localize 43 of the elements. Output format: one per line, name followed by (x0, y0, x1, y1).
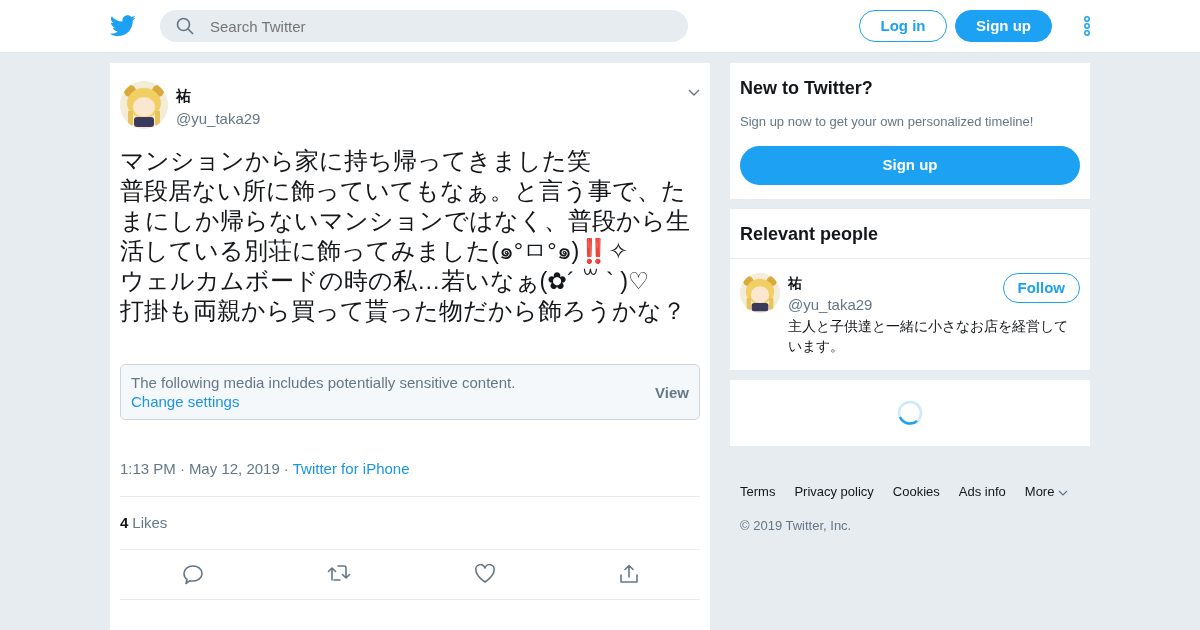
footer-link[interactable]: Privacy policy (794, 482, 874, 502)
user-name: 祐 (176, 86, 192, 106)
notice-text: The following media includes potentially sensitive content. (131, 374, 516, 391)
follow-button[interactable]: Follow (1002, 272, 1080, 303)
more-link[interactable]: More (1024, 482, 1069, 502)
tweet-text: 普段居ない所に飾っていてもなぁ。と言う事で、たまにしか帰らないマンションではなく、普段から生活している別荘に飾ってみました(๑°ㅁ°๑)‼✧ (120, 177, 691, 266)
reply-icon[interactable] (181, 564, 204, 585)
retweet-icon[interactable] (326, 564, 351, 582)
panel-title: Relevant people (730, 208, 1090, 259)
view-link[interactable]: View (655, 382, 689, 402)
sign-up-button[interactable]: Sign up (740, 145, 1080, 185)
search-field[interactable]: Search Twitter (160, 10, 688, 42)
likes-count: 4 (120, 512, 129, 533)
user-handle: @yu_taka29 (788, 294, 874, 315)
user-bio: 主人と子供達と一緒に小さなお店を経営しています。 (788, 317, 1069, 356)
panel-title: New to Twitter? (740, 77, 874, 100)
share-icon[interactable] (618, 564, 639, 584)
search-icon (176, 17, 194, 35)
footer-link[interactable]: Cookies (892, 482, 940, 502)
user-handle: @yu_taka29 (176, 108, 261, 129)
footer-link[interactable]: Ads info (958, 482, 1006, 502)
source-link[interactable]: Twitter for iPhone (292, 458, 410, 481)
separator-dot: · (283, 459, 289, 479)
loading-spinner-icon (897, 400, 923, 426)
panel-subtitle: Sign up now to get your own personalized timeline! (740, 113, 1035, 131)
chevron-down-icon[interactable] (688, 89, 700, 97)
separator-dot: · (179, 459, 185, 479)
change-settings-link[interactable]: Change settings (131, 393, 240, 410)
tweet-text: 打掛も両親から買って貰った物だから飾ろうかな？ (120, 297, 687, 326)
more-icon[interactable] (1084, 16, 1090, 36)
log-in-button[interactable]: Log in (859, 9, 947, 43)
likes-label: Likes (132, 512, 168, 533)
bird-logo-icon[interactable] (110, 15, 136, 37)
copyright-text: © 2019 Twitter, Inc. (739, 516, 853, 535)
chevron-down-icon (1058, 489, 1069, 496)
tweet-time: 1:13 PM (120, 459, 176, 479)
tweet-text: マンションから家に持ち帰ってきました笑 (120, 147, 592, 176)
tweet-date: May 12, 2019 (188, 459, 280, 479)
sign-up-button[interactable]: Sign up (955, 9, 1052, 43)
user-name: 祐 (788, 273, 803, 293)
footer-link[interactable]: Terms (740, 482, 776, 502)
tweet-text: ウェルカムボードの時の私…若いなぁ(✿´ ꒳ ` )♡ (120, 267, 651, 296)
heart-icon[interactable] (473, 564, 496, 584)
